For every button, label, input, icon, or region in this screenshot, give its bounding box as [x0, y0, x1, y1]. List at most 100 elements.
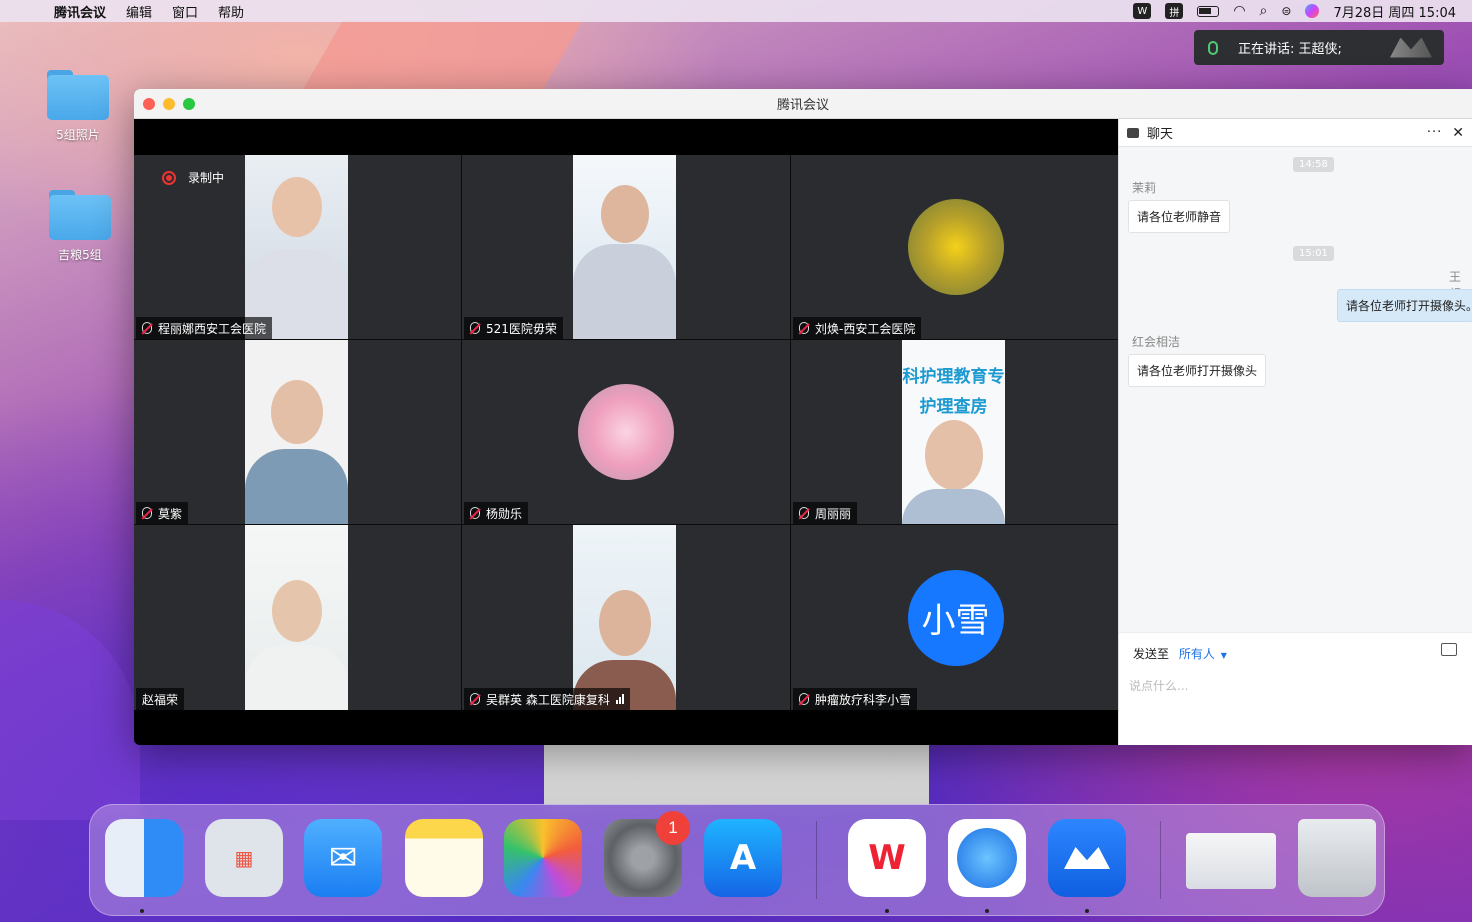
chevron-down-icon[interactable]: ▼ — [1221, 651, 1227, 660]
chat-compose-area: 发送至 所有人 ▼ 说点什么... — [1119, 632, 1472, 745]
participant-name: 程丽娜西安工会医院 — [158, 321, 267, 336]
search-icon[interactable]: ⌕ — [1260, 3, 1268, 19]
finder-icon[interactable] — [105, 819, 183, 897]
chat-message: 请各位老师打开摄像头 — [1128, 354, 1267, 387]
chat-message: 请各位老师打开摄像头。 — [1337, 289, 1472, 322]
window-minimize-button[interactable] — [163, 97, 175, 110]
mic-muted-icon — [142, 507, 152, 519]
participant-body — [573, 244, 676, 339]
wps-menubar-icon[interactable]: W — [1133, 3, 1152, 19]
video-area: 录制中 程丽娜西安工会医院 521医院毋荣 刘焕-西安工会医院 莫紫 杨勋乐 科… — [134, 119, 1120, 745]
more-options-icon[interactable]: ··· — [1427, 125, 1442, 140]
participant-name-tag: 莫紫 — [136, 502, 189, 524]
notification-badge: 1 — [656, 811, 690, 845]
menu-bar: 腾讯会议 编辑 窗口 帮助 W 拼 ◠ ⌕ ⊜ 7月28日 周四 15:04 — [0, 0, 1472, 22]
desktop-folder-label: 吉粮5组 — [58, 248, 102, 262]
participant-name: 521医院毋荣 — [486, 321, 557, 336]
participant-name-tag: 杨勋乐 — [464, 502, 529, 524]
notes-icon[interactable] — [405, 819, 483, 897]
participant-name: 肿瘤放疗科李小雪 — [815, 692, 912, 707]
system-preferences-icon[interactable]: 1 — [604, 811, 690, 897]
chat-input[interactable]: 说点什么... — [1129, 677, 1188, 694]
control-center-icon[interactable]: ⊜ — [1281, 4, 1291, 18]
participant-face — [598, 590, 651, 656]
video-tile[interactable]: 小雪 肿瘤放疗科李小雪 — [791, 525, 1120, 710]
app-store-icon[interactable]: A — [704, 819, 782, 897]
record-icon — [162, 170, 176, 185]
microphone-icon — [1208, 40, 1218, 55]
video-tile[interactable]: 赵福荣 — [134, 525, 461, 710]
participant-name-tag: 周丽丽 — [793, 502, 858, 524]
mic-muted-icon — [470, 322, 480, 334]
participant-name-tag: 吴群英 森工医院康复科 — [464, 688, 630, 710]
dock-separator — [816, 821, 817, 899]
file-folder-icon[interactable] — [1441, 643, 1457, 656]
video-tile[interactable]: 521医院毋荣 — [462, 155, 790, 339]
participant-video — [573, 155, 676, 339]
video-grid: 录制中 程丽娜西安工会医院 521医院毋荣 刘焕-西安工会医院 莫紫 杨勋乐 科… — [134, 155, 1120, 710]
safari-icon[interactable] — [948, 819, 1026, 897]
video-tile[interactable]: 杨勋乐 — [462, 340, 790, 524]
participant-name: 吴群英 森工医院康复科 — [486, 692, 610, 707]
desktop-folder-2[interactable]: 吉粮5组 — [35, 190, 125, 263]
participant-avatar: 小雪 — [907, 569, 1004, 666]
video-tile[interactable]: 莫紫 — [134, 340, 461, 524]
trash-icon[interactable] — [1298, 819, 1376, 897]
meeting-window: 腾讯会议 录制中 程丽娜西安工会医院 521医院毋荣 刘焕-西安工会医院 莫紫 … — [134, 89, 1472, 745]
video-tile[interactable]: 刘焕-西安工会医院 — [791, 155, 1120, 339]
tencent-meeting-logo-icon — [1390, 37, 1432, 58]
siri-icon[interactable] — [1305, 4, 1320, 18]
participant-body — [245, 449, 348, 524]
wifi-icon[interactable]: ◠ — [1233, 3, 1245, 19]
participant-name-tag: 肿瘤放疗科李小雪 — [793, 688, 918, 710]
video-tile[interactable]: 录制中 程丽娜西安工会医院 — [134, 155, 461, 339]
participant-name: 杨勋乐 — [486, 506, 523, 521]
send-to-target[interactable]: 所有人 — [1179, 647, 1215, 661]
participant-avatar — [578, 384, 674, 480]
participant-name-tag: 刘焕-西安工会医院 — [793, 317, 922, 339]
photos-icon[interactable] — [504, 819, 582, 897]
participant-name: 刘焕-西安工会医院 — [815, 321, 916, 336]
signal-strength-icon — [615, 694, 624, 704]
wps-icon[interactable]: W — [848, 819, 926, 897]
window-titlebar[interactable]: 腾讯会议 — [134, 89, 1472, 119]
menu-window[interactable]: 窗口 — [172, 2, 198, 21]
send-to-selector[interactable]: 发送至 所有人 ▼ — [1133, 645, 1227, 662]
chat-header: 聊天 ··· ✕ — [1119, 119, 1472, 147]
participant-face — [600, 185, 649, 243]
mail-icon[interactable]: ✉ — [304, 819, 382, 897]
participant-name: 莫紫 — [158, 506, 183, 521]
chat-sender: 茉莉 — [1132, 181, 1157, 195]
window-title: 腾讯会议 — [776, 98, 829, 113]
close-icon[interactable]: ✕ — [1452, 125, 1464, 141]
battery-icon[interactable] — [1197, 5, 1220, 17]
launchpad-icon[interactable]: ▦ — [205, 819, 283, 897]
menu-edit[interactable]: 编辑 — [126, 2, 152, 21]
wallpaper-shape — [0, 600, 140, 820]
running-indicator — [1085, 909, 1089, 913]
banner-text: 科护理教育专 护理查房 — [902, 362, 1005, 422]
tencent-meeting-icon[interactable] — [1048, 819, 1126, 897]
menu-help[interactable]: 帮助 — [218, 2, 244, 21]
menubar-clock[interactable]: 7月28日 周四 15:04 — [1333, 2, 1456, 21]
screenshot-stack-icon[interactable] — [1186, 833, 1276, 889]
participant-name: 周丽丽 — [815, 506, 852, 521]
video-tile[interactable]: 吴群英 森工医院康复科 — [462, 525, 790, 710]
chat-sender: 红会相洁 — [1132, 335, 1181, 349]
participant-name-tag: 程丽娜西安工会医院 — [136, 317, 273, 339]
mic-muted-icon — [142, 322, 152, 334]
window-close-button[interactable] — [143, 97, 155, 110]
participant-video — [245, 155, 348, 339]
monitor-stand — [544, 745, 929, 805]
desktop-folder-1[interactable]: 5组照片 — [33, 70, 123, 143]
input-method-icon[interactable]: 拼 — [1165, 3, 1184, 19]
mic-muted-icon — [799, 693, 809, 705]
mic-muted-icon — [470, 693, 480, 705]
menu-app-name[interactable]: 腾讯会议 — [54, 2, 106, 21]
dock: ▦ ✉ 1 A W — [89, 804, 1385, 916]
desktop-folder-label: 5组照片 — [56, 128, 100, 142]
chat-title: 聊天 — [1147, 127, 1174, 142]
participant-face — [270, 380, 323, 444]
video-tile[interactable]: 科护理教育专 护理查房 周丽丽 — [791, 340, 1120, 524]
window-zoom-button[interactable] — [183, 97, 195, 110]
